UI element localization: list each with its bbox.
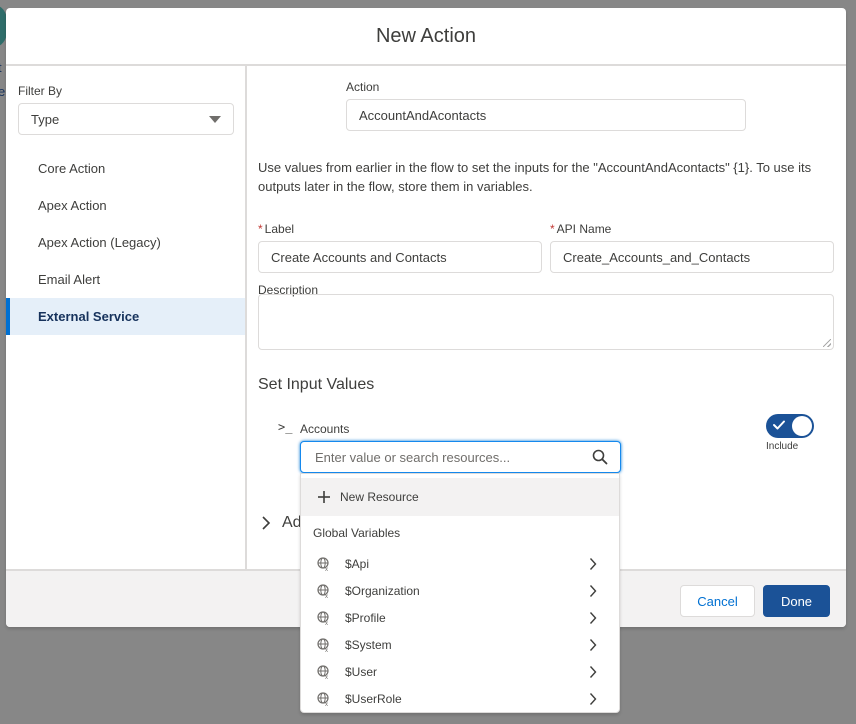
nav-item-email-alert[interactable]: Email Alert bbox=[6, 261, 245, 298]
new-resource-option[interactable]: New Resource bbox=[301, 478, 619, 516]
chevron-right-icon bbox=[589, 557, 597, 570]
global-variable-icon: x bbox=[317, 610, 329, 625]
cancel-button[interactable]: Cancel bbox=[680, 585, 755, 617]
accounts-resource-search[interactable] bbox=[300, 441, 621, 473]
action-type-nav: Core Action Apex Action Apex Action (Leg… bbox=[6, 150, 245, 335]
resource-picker-dropdown: New Resource Global Variables x $Api x $… bbox=[300, 473, 620, 713]
required-marker: * bbox=[258, 222, 263, 236]
option-label: $Profile bbox=[345, 610, 386, 625]
resource-search-input[interactable] bbox=[313, 448, 592, 466]
global-variable-icon: x bbox=[317, 691, 329, 706]
option-label: $Api bbox=[345, 556, 370, 571]
chevron-right-icon[interactable] bbox=[261, 515, 271, 531]
label-field-label: * Label bbox=[258, 222, 294, 236]
svg-text:x: x bbox=[325, 621, 328, 625]
done-button[interactable]: Done bbox=[763, 585, 830, 617]
option-label: $User bbox=[345, 664, 378, 679]
global-variable-option[interactable]: x $Profile bbox=[301, 604, 619, 631]
option-label: $UserRole bbox=[345, 691, 402, 706]
filter-by-value: Type bbox=[31, 111, 60, 127]
option-label: $Organization bbox=[345, 583, 420, 598]
sidebar: Filter By Type Core Action Apex Action A… bbox=[6, 66, 247, 569]
nav-item-label: External Service bbox=[38, 309, 140, 324]
label-text: Label bbox=[264, 222, 295, 236]
api-name-input[interactable]: Create_Accounts_and_Contacts bbox=[550, 241, 834, 273]
nav-item-label: Apex Action (Legacy) bbox=[38, 235, 161, 250]
label-value: Create Accounts and Contacts bbox=[271, 249, 447, 265]
global-variables-header: Global Variables bbox=[313, 526, 401, 540]
search-icon bbox=[592, 449, 608, 465]
global-variable-option[interactable]: x $User bbox=[301, 658, 619, 685]
global-variable-option[interactable]: x $Organization bbox=[301, 577, 619, 604]
include-label: Include bbox=[766, 441, 799, 452]
nav-item-apex-action-legacy[interactable]: Apex Action (Legacy) bbox=[6, 224, 245, 261]
chevron-right-icon bbox=[589, 611, 597, 624]
svg-text:x: x bbox=[325, 567, 328, 571]
caret-down-icon bbox=[209, 115, 221, 123]
new-resource-label: New Resource bbox=[340, 490, 419, 504]
action-value: AccountAndAcontacts bbox=[359, 107, 487, 123]
global-variable-option[interactable]: x $System bbox=[301, 631, 619, 658]
resize-handle-icon[interactable] bbox=[823, 339, 831, 347]
global-variable-icon: x bbox=[317, 556, 329, 571]
nav-item-apex-action[interactable]: Apex Action bbox=[6, 187, 245, 224]
global-variable-option[interactable]: x $Api bbox=[301, 550, 619, 577]
svg-text:x: x bbox=[325, 594, 328, 598]
nav-item-label: Email Alert bbox=[38, 272, 101, 287]
help-text: Use values from earlier in the flow to s… bbox=[258, 160, 812, 194]
required-marker: * bbox=[550, 222, 555, 236]
nav-item-label: Core Action bbox=[38, 161, 106, 176]
api-name-field-label: * API Name bbox=[550, 222, 611, 236]
include-toggle[interactable] bbox=[766, 414, 814, 438]
text-param-icon: >_ bbox=[278, 420, 293, 434]
api-name-text: API Name bbox=[556, 222, 612, 236]
global-variable-icon: x bbox=[317, 637, 329, 652]
chevron-right-icon bbox=[589, 584, 597, 597]
global-variable-icon: x bbox=[317, 583, 329, 598]
background-text: t bbox=[0, 60, 2, 75]
action-label: Action bbox=[346, 80, 380, 94]
chevron-right-icon bbox=[589, 638, 597, 651]
svg-text:x: x bbox=[325, 702, 328, 706]
nav-item-core-action[interactable]: Core Action bbox=[6, 150, 245, 187]
check-icon bbox=[773, 420, 785, 430]
toggle-knob bbox=[792, 416, 812, 436]
label-input[interactable]: Create Accounts and Contacts bbox=[258, 241, 542, 273]
modal-title: New Action bbox=[375, 24, 477, 47]
description-textarea[interactable] bbox=[258, 294, 834, 350]
chevron-right-icon bbox=[589, 692, 597, 705]
action-field[interactable]: AccountAndAcontacts bbox=[346, 99, 746, 131]
set-input-values-title: Set Input Values bbox=[258, 376, 375, 393]
filter-by-label: Filter By bbox=[18, 84, 63, 98]
option-label: $System bbox=[345, 637, 392, 652]
modal-header: New Action bbox=[6, 8, 846, 66]
api-name-value: Create_Accounts_and_Contacts bbox=[563, 249, 751, 265]
svg-text:x: x bbox=[325, 648, 328, 652]
nav-item-label: Apex Action bbox=[38, 198, 107, 213]
svg-text:x: x bbox=[325, 675, 328, 679]
global-variable-icon: x bbox=[317, 664, 329, 679]
background-text: e bbox=[0, 84, 6, 99]
filter-by-select[interactable]: Type bbox=[18, 103, 234, 135]
advanced-section-toggle[interactable]: Ad bbox=[282, 514, 302, 532]
nav-item-external-service[interactable]: External Service bbox=[6, 298, 245, 335]
chevron-right-icon bbox=[589, 665, 597, 678]
plus-icon bbox=[318, 491, 330, 503]
global-variable-option[interactable]: x $UserRole bbox=[301, 685, 619, 712]
accounts-param-label: Accounts bbox=[300, 422, 350, 436]
